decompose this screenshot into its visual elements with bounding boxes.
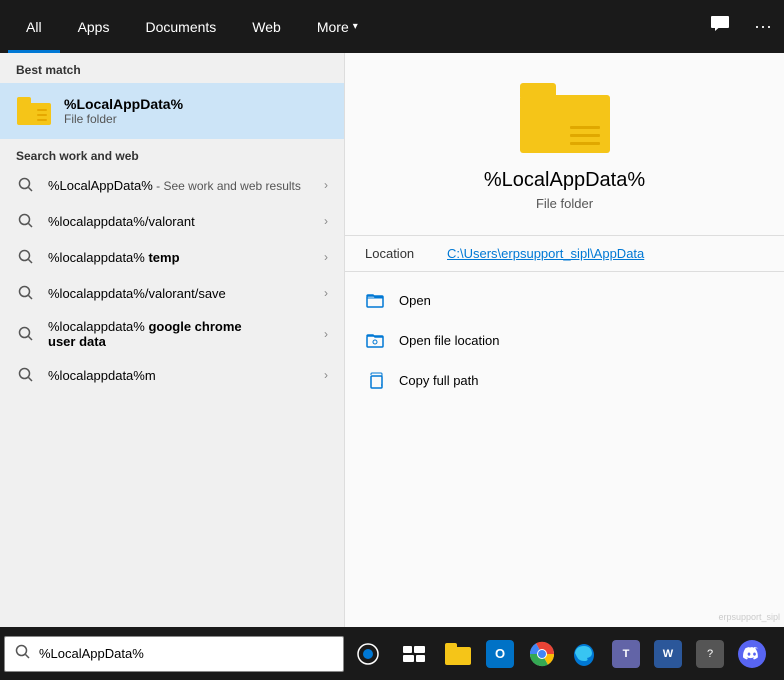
open-file-location-action[interactable]: Open file location <box>345 320 784 360</box>
search-item-text-0: %LocalAppData% - See work and web result… <box>48 178 312 193</box>
chevron-down-icon: ▾ <box>353 21 358 32</box>
discord-button[interactable] <box>732 632 772 676</box>
copy-full-path-action[interactable]: Copy full path <box>345 360 784 400</box>
tab-more[interactable]: More ▾ <box>299 0 376 53</box>
chevron-right-icon-4: › <box>324 327 328 341</box>
more-options-button[interactable]: ··· <box>750 12 776 41</box>
watermark: erpsupport_sipl <box>718 612 780 622</box>
search-icon-5 <box>16 365 36 385</box>
top-nav: All Apps Documents Web More ▾ ··· <box>0 0 784 53</box>
search-item-5[interactable]: %localappdata%m › <box>0 357 344 393</box>
right-subtitle: File folder <box>536 196 593 211</box>
location-label: Location <box>365 246 435 261</box>
search-icon-4 <box>16 324 36 344</box>
search-item-text-3: %localappdata%/valorant/save <box>48 286 312 301</box>
search-item-text-2: %localappdata% temp <box>48 250 312 265</box>
search-icon-2 <box>16 247 36 267</box>
best-match-item[interactable]: %LocalAppData% File folder <box>0 83 344 139</box>
outlook-button[interactable]: O <box>480 632 520 676</box>
search-item-4[interactable]: %localappdata% google chromeuser data › <box>0 311 344 357</box>
location-path[interactable]: C:\Users\erpsupport_sipl\AppData <box>447 246 644 261</box>
copy-icon <box>365 370 385 390</box>
search-icon-0 <box>16 175 36 195</box>
chevron-right-icon-0: › <box>324 178 328 192</box>
open-action[interactable]: Open <box>345 280 784 320</box>
open-file-location-label: Open file location <box>399 333 499 348</box>
right-title: %LocalAppData% <box>484 169 645 192</box>
edge-button[interactable] <box>564 632 604 676</box>
teams-button[interactable]: T <box>606 632 646 676</box>
folder-location-icon <box>365 330 385 350</box>
search-item-text-1: %localappdata%/valorant <box>48 214 312 229</box>
best-match-name: %LocalAppData% <box>64 96 328 112</box>
word-button[interactable]: W <box>648 632 688 676</box>
tab-apps[interactable]: Apps <box>60 0 128 53</box>
unknown-app-button[interactable]: ? <box>690 632 730 676</box>
chrome-button[interactable] <box>522 632 562 676</box>
tab-web[interactable]: Web <box>234 0 299 53</box>
folder-open-icon <box>365 290 385 310</box>
chevron-right-icon-1: › <box>324 214 328 228</box>
taskbar-search-icon <box>15 644 31 663</box>
search-icon-1 <box>16 211 36 231</box>
open-label: Open <box>399 293 431 308</box>
search-item-2[interactable]: %localappdata% temp › <box>0 239 344 275</box>
taskview-button[interactable] <box>392 632 436 676</box>
tab-documents[interactable]: Documents <box>127 0 234 53</box>
taskbar-search-bar[interactable]: %LocalAppData% <box>4 636 344 672</box>
tab-all[interactable]: All <box>8 0 60 53</box>
cortana-button[interactable] <box>346 632 390 676</box>
search-item-0[interactable]: %LocalAppData% - See work and web result… <box>0 167 344 203</box>
feedback-button[interactable] <box>706 10 734 43</box>
large-folder-icon <box>520 83 610 153</box>
search-web-label: Search work and web <box>0 139 344 167</box>
main-content: Best match %LocalAppData% File folder S <box>0 53 784 680</box>
best-match-folder-icon <box>16 93 52 129</box>
best-match-label: Best match <box>0 53 344 83</box>
search-item-text-4: %localappdata% google chromeuser data <box>48 319 312 349</box>
taskbar-search-text: %LocalAppData% <box>39 646 333 661</box>
right-panel: %LocalAppData% File folder Location C:\U… <box>344 53 784 680</box>
chevron-right-icon-3: › <box>324 286 328 300</box>
explorer-button[interactable] <box>438 632 478 676</box>
search-item-text-5: %localappdata%m <box>48 368 312 383</box>
taskbar: %LocalAppData% O <box>0 627 784 680</box>
nav-icons: ··· <box>706 10 776 43</box>
search-icon-3 <box>16 283 36 303</box>
search-item-1[interactable]: %localappdata%/valorant › <box>0 203 344 239</box>
search-item-3[interactable]: %localappdata%/valorant/save › <box>0 275 344 311</box>
best-match-text: %LocalAppData% File folder <box>64 96 328 126</box>
copy-full-path-label: Copy full path <box>399 373 479 388</box>
location-row: Location C:\Users\erpsupport_sipl\AppDat… <box>345 235 784 272</box>
action-list: Open Open file location <box>345 272 784 408</box>
chevron-right-icon-2: › <box>324 250 328 264</box>
chevron-right-icon-5: › <box>324 368 328 382</box>
best-match-type: File folder <box>64 112 328 126</box>
left-panel: Best match %LocalAppData% File folder S <box>0 53 344 680</box>
